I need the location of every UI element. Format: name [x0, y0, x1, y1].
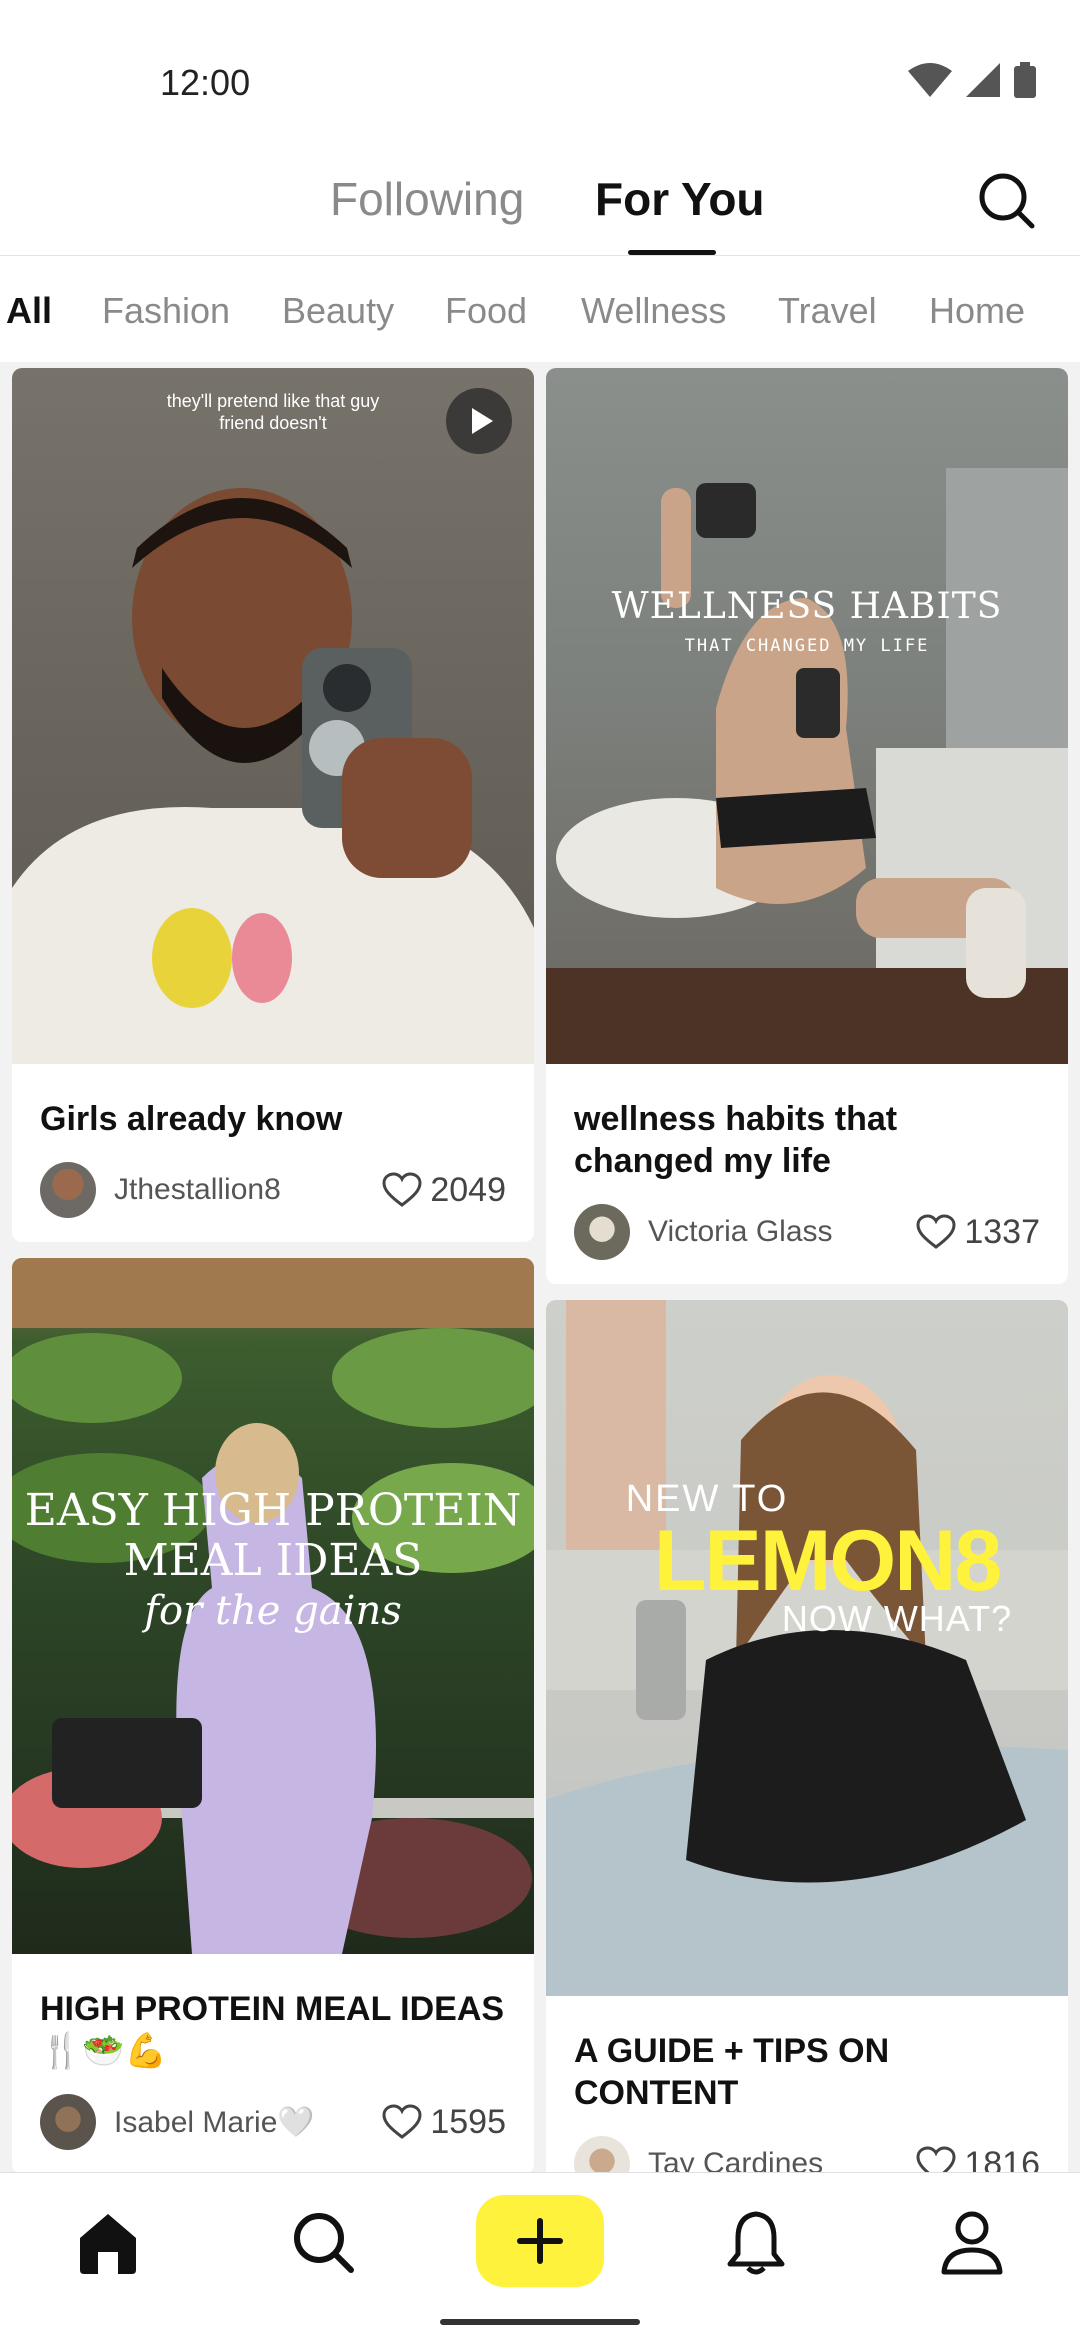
category-food[interactable]: Food	[445, 290, 527, 332]
like-count: 2049	[430, 1170, 506, 1209]
category-home[interactable]: Home	[929, 290, 1025, 332]
person-photo-illustration	[546, 468, 1068, 1064]
post-image: WELLNESS HABITS THAT CHANGED MY LIFE	[546, 368, 1068, 1064]
post-card[interactable]: NEW TO LEMON8 NOW WHAT? A GUIDE + TIPS O…	[546, 1300, 1068, 2172]
avatar[interactable]	[574, 1204, 630, 1260]
avatar[interactable]	[574, 2136, 630, 2172]
image-script: for the gains	[144, 1588, 402, 1634]
post-card[interactable]: WELLNESS HABITS THAT CHANGED MY LIFE wel…	[546, 368, 1068, 1284]
nav-discover[interactable]	[284, 2203, 364, 2283]
profile-icon	[941, 2211, 1003, 2275]
author-name[interactable]: Jthestallion8	[114, 1173, 382, 1207]
tab-following[interactable]: Following	[330, 172, 524, 226]
person-photo-illustration	[546, 1300, 1068, 1996]
tab-for-you[interactable]: For You	[595, 172, 765, 226]
post-title: wellness habits that changed my life	[574, 1100, 898, 1180]
home-indicator	[440, 2319, 640, 2325]
nav-profile[interactable]	[932, 2203, 1012, 2283]
post-image: EASY HIGH PROTEIN MEAL IDEAS for the gai…	[12, 1258, 534, 1954]
category-bar: All Fashion Beauty Food Wellness Travel …	[0, 256, 1080, 362]
category-beauty[interactable]: Beauty	[282, 290, 394, 332]
like-count: 1816	[964, 2144, 1040, 2173]
post-card[interactable]: they'll pretend like that guy friend doe…	[12, 368, 534, 1242]
image-headline: MEAL IDEAS	[123, 1535, 423, 1586]
plus-icon	[517, 2218, 563, 2264]
home-icon	[80, 2214, 136, 2274]
status-time: 12:00	[160, 62, 251, 103]
post-image: they'll pretend like that guy friend doe…	[12, 368, 534, 1064]
battery-icon	[1014, 62, 1036, 98]
status-bar: 12:00	[0, 0, 1080, 150]
author-name[interactable]: Victoria Glass	[648, 1215, 916, 1249]
bell-icon	[727, 2211, 785, 2275]
nav-notifications[interactable]	[716, 2203, 796, 2283]
author-name[interactable]: Tay Cardines	[648, 2147, 916, 2172]
like-button[interactable]: 1337	[916, 1213, 1040, 1252]
category-wellness[interactable]: Wellness	[581, 290, 726, 332]
image-line-3: NOW WHAT?	[781, 1598, 1013, 1639]
wifi-icon	[908, 63, 952, 97]
search-icon[interactable]	[972, 166, 1042, 236]
like-count: 1595	[430, 2102, 506, 2141]
image-subline: THAT CHANGED MY LIFE	[684, 636, 930, 656]
heart-icon	[382, 1172, 422, 1207]
avatar[interactable]	[40, 2094, 96, 2150]
signal-icon	[966, 63, 1000, 97]
play-icon[interactable]	[446, 388, 512, 454]
bottom-navigation	[0, 2172, 1080, 2340]
avatar[interactable]	[40, 1162, 96, 1218]
category-fashion[interactable]: Fashion	[102, 290, 230, 332]
heart-icon	[916, 1214, 956, 1249]
like-button[interactable]: 1595	[382, 2103, 506, 2142]
nav-home[interactable]	[68, 2203, 148, 2283]
like-button[interactable]: 2049	[382, 1171, 506, 1210]
like-count: 1337	[964, 1212, 1040, 1251]
post-title: A GUIDE + TIPS ON CONTENT	[574, 2032, 890, 2112]
person-photo-illustration	[12, 488, 534, 1064]
create-post-button[interactable]	[476, 2195, 604, 2287]
top-header: Following For You	[0, 150, 1080, 256]
active-tab-indicator	[628, 250, 716, 255]
image-headline: WELLNESS HABITS	[611, 586, 1003, 627]
like-button[interactable]: 1816	[916, 2144, 1040, 2173]
category-travel[interactable]: Travel	[778, 290, 877, 332]
image-headline: EASY HIGH PROTEIN	[24, 1485, 522, 1536]
post-feed: they'll pretend like that guy friend doe…	[0, 362, 1080, 2172]
post-title: Girls already know	[40, 1100, 343, 1138]
image-line-2: LEMON8	[653, 1513, 1002, 1609]
post-image: NEW TO LEMON8 NOW WHAT?	[546, 1300, 1068, 1996]
heart-icon	[382, 2104, 422, 2139]
search-icon	[294, 2213, 354, 2273]
author-name[interactable]: Isabel Marie🤍	[114, 2105, 382, 2140]
category-all[interactable]: All	[6, 290, 52, 332]
post-card[interactable]: EASY HIGH PROTEIN MEAL IDEAS for the gai…	[12, 1258, 534, 2172]
status-icons	[908, 62, 1036, 98]
heart-icon	[916, 2146, 956, 2172]
post-title: HIGH PROTEIN MEAL IDEAS 🍴🥗💪	[40, 1990, 505, 2070]
